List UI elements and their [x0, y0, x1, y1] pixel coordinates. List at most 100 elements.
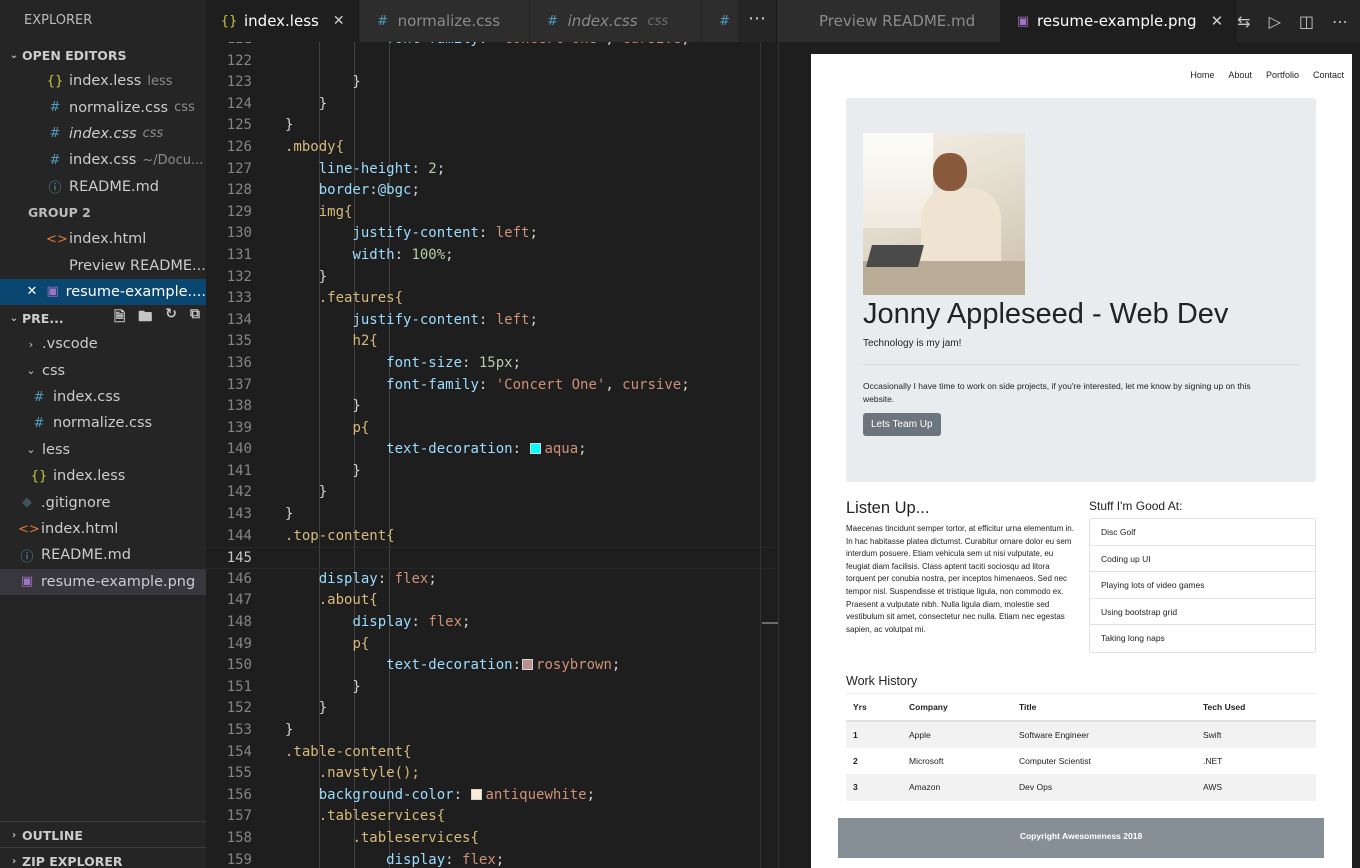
- tree-file[interactable]: <> index.html: [0, 516, 206, 542]
- refresh-icon[interactable]: ↻: [165, 306, 177, 330]
- chevron-right-icon: ›: [11, 829, 17, 841]
- outline-section[interactable]: › OUTLINE: [0, 821, 206, 848]
- line-number: 139: [226, 419, 252, 436]
- line-number: 138: [226, 398, 252, 415]
- tree-folder[interactable]: › .vscode: [0, 331, 206, 357]
- table-cell: Microsoft: [909, 755, 944, 766]
- open-editors-header[interactable]: ⌄ OPEN EDITORS: [0, 42, 206, 68]
- tab-sublabel: css: [647, 13, 669, 29]
- line-number: 156: [226, 786, 252, 803]
- table-cell: Apple: [902, 721, 1012, 748]
- color-swatch-aqua[interactable]: [530, 443, 542, 455]
- open-editor-item[interactable]: Preview README...: [0, 252, 206, 278]
- tab-label: resume-example.png: [1037, 12, 1197, 30]
- open-editor-item[interactable]: {} index.less less: [0, 68, 206, 94]
- tab-label: Preview README.md: [819, 12, 976, 30]
- line-number: 146: [226, 570, 252, 587]
- chevron-down-icon: ⌄: [26, 443, 36, 457]
- line-number: 135: [226, 333, 252, 350]
- table-cell: Computer Scientist: [1019, 755, 1091, 766]
- line-number: 149: [226, 635, 252, 652]
- code-editor[interactable]: 121 font-family: 'Concert One', cursive;…: [206, 42, 776, 868]
- tree-file[interactable]: # normalize.css: [0, 410, 206, 436]
- skills-list: Disc Golf Coding up UI Playing lots of v…: [1089, 518, 1316, 653]
- line-number: 122: [226, 52, 252, 69]
- split-editor-icon[interactable]: ◫: [1299, 12, 1314, 31]
- tree-file-selected[interactable]: ▣ resume-example.png: [0, 568, 206, 596]
- open-editor-hint: ~/Docu...: [142, 152, 204, 168]
- git-file-icon: ◆: [22, 495, 32, 511]
- open-editor-item[interactable]: # normalize.css css: [0, 94, 206, 120]
- tab-index-less[interactable]: {} index.less ✕: [206, 0, 360, 42]
- line-number: 124: [226, 95, 252, 112]
- image-file-icon: ▣: [20, 574, 34, 590]
- zip-explorer-section[interactable]: › ZIP EXPLORER: [0, 847, 206, 868]
- zip-explorer-label: ZIP EXPLORER: [22, 853, 123, 868]
- less-file-icon: {}: [46, 73, 64, 89]
- profile-photo: [863, 133, 1025, 295]
- line-number: 153: [226, 722, 252, 738]
- tree-file[interactable]: {} index.less: [0, 463, 206, 489]
- table-cell: Swift: [1196, 721, 1316, 748]
- listen-text: Maecenas tincidunt semper tortor, at eff…: [846, 524, 1074, 634]
- tree-item-label: .vscode: [42, 336, 98, 353]
- tree-file[interactable]: ⓘ README.md: [0, 542, 206, 568]
- chevron-down-icon: ⌄: [9, 312, 19, 324]
- work-title: Work History: [846, 674, 1316, 694]
- table-cell: Dev Ops: [1012, 774, 1196, 801]
- open-editor-item[interactable]: <> index.html: [0, 226, 206, 252]
- new-folder-icon[interactable]: 🖿: [138, 306, 152, 330]
- line-number: 148: [226, 614, 252, 631]
- tree-item-label: resume-example.png: [41, 573, 196, 590]
- close-icon[interactable]: ✕: [24, 284, 40, 299]
- table-cell: .NET: [1203, 755, 1223, 766]
- divider: [863, 364, 1299, 365]
- tab-normalize-css[interactable]: # normalize.css: [359, 0, 530, 42]
- line-number: 127: [226, 160, 252, 177]
- chevron-right-icon: ›: [11, 855, 17, 867]
- open-editor-item[interactable]: # index.css ~/Docu...: [0, 147, 206, 173]
- line-number: 141: [226, 462, 252, 479]
- tab-resume-example[interactable]: ▣ resume-example.png ✕: [1000, 0, 1238, 42]
- more-actions-icon[interactable]: ⋯: [1332, 12, 1348, 31]
- tab-index-css[interactable]: # index.css css: [529, 0, 702, 42]
- chevron-down-icon: ⌄: [9, 49, 19, 61]
- tree-folder[interactable]: ⌄ css: [0, 358, 206, 384]
- run-icon[interactable]: ▷: [1269, 12, 1281, 31]
- line-number: 147: [226, 592, 252, 609]
- table-header-row: Yrs Company Title Tech Used: [846, 694, 1316, 722]
- close-icon[interactable]: ✕: [1211, 12, 1224, 30]
- open-editor-name: README.md: [69, 178, 159, 195]
- new-file-icon[interactable]: 🗎: [114, 306, 125, 330]
- html-file-icon: <>: [46, 231, 68, 247]
- editor-scrollbar[interactable]: [760, 42, 761, 868]
- tree-file[interactable]: # index.css: [0, 384, 206, 410]
- open-editor-item[interactable]: # index.css css: [0, 121, 206, 147]
- nav-home: Home: [1190, 70, 1215, 80]
- editor-tab-bar: {} index.less ✕ # normalize.css # index.…: [206, 0, 776, 42]
- tree-item-label: index.less: [53, 468, 126, 485]
- compare-changes-icon[interactable]: ⇆: [1237, 12, 1250, 31]
- open-editor-hint: css: [142, 126, 164, 142]
- less-file-icon: {}: [30, 468, 48, 484]
- work-history-section: Work History Yrs Company Title Tech Used…: [846, 674, 1316, 801]
- color-swatch-rosybrown[interactable]: [522, 659, 534, 671]
- project-header[interactable]: ⌄ PRE... 🗎 🖿 ↻ ⧉: [0, 305, 206, 331]
- tree-folder[interactable]: ⌄ less: [0, 437, 206, 463]
- color-swatch-antiquewhite[interactable]: [471, 788, 483, 800]
- open-editor-item[interactable]: ⓘ README.md: [0, 174, 206, 200]
- line-number: 121: [206, 42, 252, 51]
- line-number: 150: [226, 657, 252, 674]
- open-editor-item-active[interactable]: ✕ ▣ resume-example....: [0, 278, 206, 306]
- more-actions-icon[interactable]: ⋯: [738, 0, 776, 42]
- open-editor-name: index.html: [69, 231, 147, 248]
- css-file-icon: #: [49, 152, 61, 168]
- scrollbar-thumb[interactable]: [762, 622, 778, 624]
- image-preview-pane: Home About Portfolio Contact Jonny Apple…: [778, 42, 1360, 868]
- tab-preview-readme[interactable]: Preview README.md: [779, 0, 1001, 42]
- open-editor-name: index.css: [69, 125, 137, 142]
- close-icon[interactable]: ✕: [333, 13, 345, 29]
- tree-file[interactable]: ◆ .gitignore: [0, 489, 206, 515]
- table-header: Company: [902, 694, 1012, 722]
- collapse-all-icon[interactable]: ⧉: [190, 306, 200, 330]
